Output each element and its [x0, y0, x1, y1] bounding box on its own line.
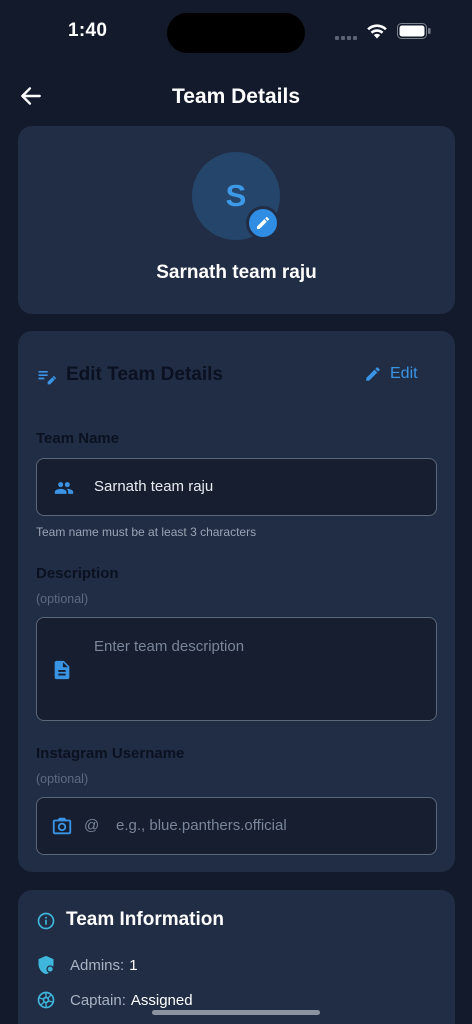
- edit-team-details-card: Edit Team Details Edit Team Name Sarnath…: [18, 331, 455, 872]
- camera-icon: [52, 817, 72, 835]
- edit-button-label: Edit: [390, 365, 418, 382]
- navigation-bar: Team Details: [0, 72, 472, 120]
- team-name-field[interactable]: Sarnath team raju: [36, 458, 437, 516]
- description-label: Description: [36, 565, 119, 582]
- description-optional-hint: (optional): [36, 592, 89, 606]
- status-time: 1:40: [68, 20, 108, 41]
- team-name-helper-text: Team name must be at least 3 characters: [36, 525, 257, 539]
- admin-shield-icon: [38, 955, 54, 975]
- description-placeholder: Enter team description: [94, 638, 245, 655]
- section-title-edit: Edit Team Details: [66, 364, 223, 385]
- captain-label: Captain:: [70, 991, 126, 1009]
- group-icon: [54, 482, 74, 494]
- status-bar: 1:40: [0, 0, 472, 64]
- description-document-icon: [54, 660, 70, 680]
- team-profile-card: S Sarnath team raju: [18, 126, 455, 314]
- captain-value: Assigned: [130, 991, 193, 1009]
- battery-icon: [397, 23, 431, 39]
- pencil-icon: [257, 216, 270, 229]
- edit-button[interactable]: Edit: [364, 365, 418, 383]
- team-name-label: Team Name: [36, 430, 120, 447]
- dynamic-island: [167, 13, 305, 53]
- admins-label: Admins:: [70, 956, 125, 974]
- wifi-icon: [367, 24, 387, 39]
- instagram-label: Instagram Username: [36, 745, 185, 762]
- home-indicator: [152, 1010, 320, 1015]
- cellular-signal-icon: [335, 36, 357, 40]
- section-title-info: Team Information: [66, 909, 224, 930]
- edit-note-icon: [38, 371, 56, 385]
- info-icon: [37, 912, 55, 930]
- instagram-placeholder: e.g., blue.panthers.official: [116, 817, 287, 834]
- captain-wheel-icon: [37, 991, 55, 1009]
- admins-value: 1: [129, 956, 138, 974]
- team-name-heading: Sarnath team raju: [156, 262, 317, 283]
- team-information-card: Team Information Admins: 1 Captain: Assi…: [18, 890, 455, 1024]
- instagram-optional-hint: (optional): [36, 772, 89, 786]
- info-row-admins: Admins: 1: [36, 955, 138, 975]
- pencil-icon: [366, 367, 380, 381]
- page-title: Team Details: [172, 85, 300, 108]
- edit-avatar-button[interactable]: [246, 206, 280, 240]
- team-name-value: Sarnath team raju: [94, 478, 214, 495]
- info-row-captain: Captain: Assigned: [36, 990, 193, 1010]
- instagram-username-field[interactable]: @ e.g., blue.panthers.official: [36, 797, 437, 855]
- description-textarea[interactable]: Enter team description: [36, 617, 437, 721]
- instagram-at-prefix: @: [84, 817, 100, 834]
